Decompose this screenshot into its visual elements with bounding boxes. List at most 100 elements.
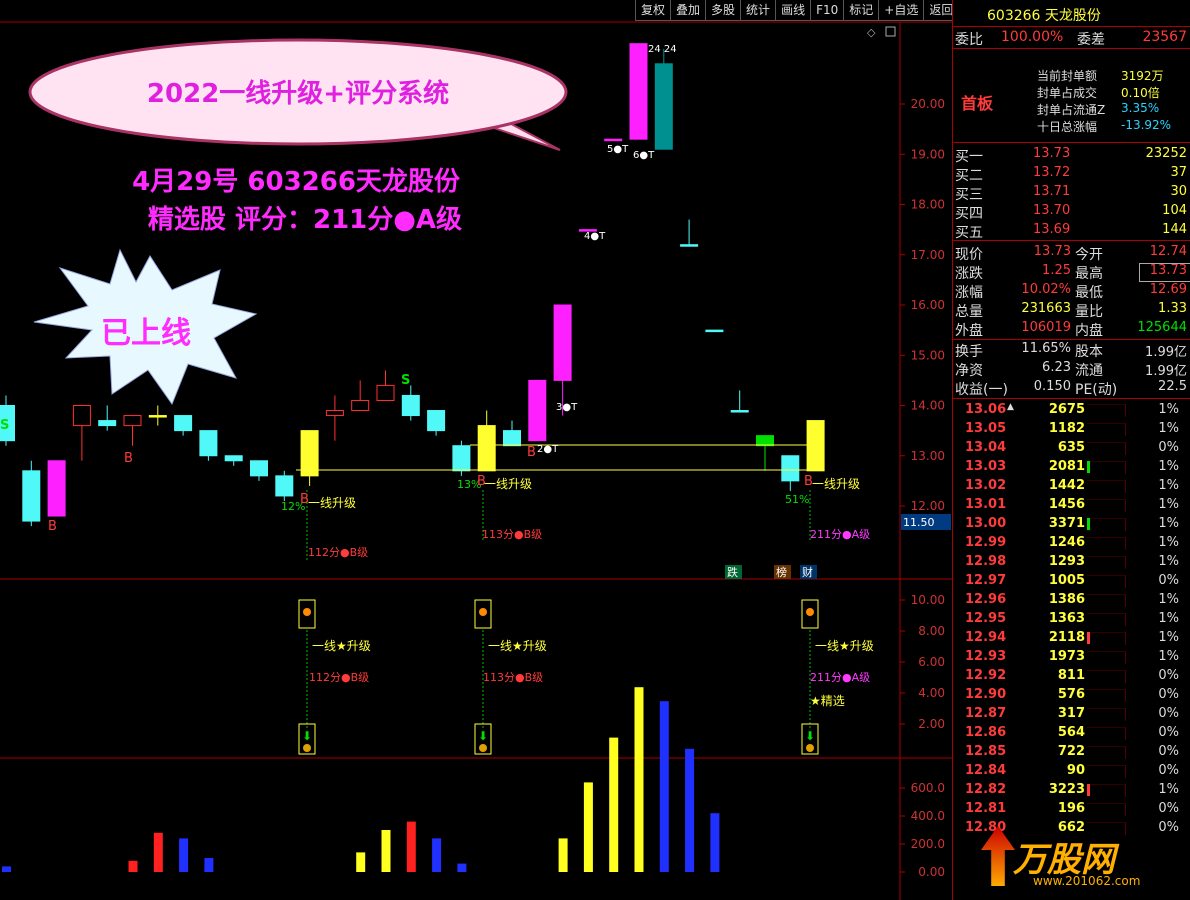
quote-row: 涨幅 10.02% 最低 12.69 <box>953 281 1190 301</box>
candle-body <box>452 445 471 472</box>
tick-pct: 1% <box>1158 497 1179 512</box>
tick-volume: 3223 <box>1048 782 1085 797</box>
bid-price: 13.73 <box>1033 146 1071 161</box>
tick-bar-frame <box>1087 575 1126 588</box>
tick-bar <box>1087 632 1090 644</box>
quote-label: 流通 <box>1075 363 1103 379</box>
candle-body <box>781 455 800 482</box>
tick-row: 13.04 635 0% <box>953 439 1190 458</box>
quote-label: 收益(一) <box>955 382 1008 398</box>
tick-volume: 3371 <box>1048 516 1085 531</box>
vol-axis-label: 400.0 <box>911 809 945 823</box>
quote-label: 涨跌 <box>955 266 983 282</box>
quote-value: 106019 <box>1021 320 1071 335</box>
tick-row: 12.90 576 0% <box>953 686 1190 705</box>
tick-pct: 1% <box>1158 535 1179 550</box>
committee-row: 委比 100.00% 委差 23567 <box>955 29 1187 48</box>
seal-value: -13.92% <box>1121 118 1172 132</box>
buy-marker-6: B <box>804 474 813 489</box>
volume-bar <box>685 748 695 872</box>
indicator-axis: 10.00 8.00 6.00 4.00 2.00 <box>900 593 945 731</box>
tick-row: 13.03 2081 1% <box>953 458 1190 477</box>
tick-pct: 0% <box>1158 763 1179 778</box>
tick-bar-frame <box>1087 746 1126 759</box>
tick-bar-frame <box>1087 689 1126 702</box>
quote-row: 总量 231663 量比 1.33 <box>953 300 1190 320</box>
tick-pct: 1% <box>1158 611 1179 626</box>
tick-bar-frame <box>1087 613 1126 626</box>
tick-price: 12.98 <box>965 554 1007 569</box>
volume-bar <box>406 821 416 872</box>
price-axis-label: 18.00 <box>911 198 945 212</box>
quote-value: 1.99亿 <box>1145 345 1187 360</box>
vol-axis-label: 200.0 <box>911 837 945 851</box>
score-label-2: 113分●B级 <box>482 528 542 541</box>
promo-line-1: 4月29号 603266天龙股份 <box>132 167 460 197</box>
quote-row: 外盘 106019 内盘 125644 <box>953 319 1190 339</box>
candle-body <box>275 475 294 497</box>
tick-bar-frame <box>1087 423 1126 436</box>
quote-row: 现价 13.73 今开 12.74 <box>953 243 1190 263</box>
tick-row: 12.93 1973 1% <box>953 648 1190 667</box>
candle-body <box>22 470 41 522</box>
down-arrow-icon: ⬇ <box>478 729 488 743</box>
buy-marker-1: B <box>48 519 57 534</box>
tick-price: 12.94 <box>965 630 1007 645</box>
quote-label: 总量 <box>955 304 983 320</box>
tick-pct: 0% <box>1158 440 1179 455</box>
quote-value: 1.25 <box>1042 263 1071 278</box>
price-axis-label: 12.00 <box>911 499 945 513</box>
candle-body <box>401 394 420 417</box>
tick-price: 12.97 <box>965 573 1007 588</box>
bid-price: 13.71 <box>1033 184 1071 199</box>
tick-pct: 1% <box>1158 782 1179 797</box>
tick-bar-frame <box>1087 442 1126 455</box>
bid-label: 买四 <box>955 206 983 222</box>
ind-upgrade-1: 一线★升级 <box>312 639 371 653</box>
quote2-row: 收益(一) 0.150 PE(动) 22.5 <box>953 378 1190 398</box>
candle-body <box>604 138 623 142</box>
pct-label-3: 51% <box>785 493 809 506</box>
seal-value: 3192万 <box>1121 69 1164 83</box>
tick-volume: 722 <box>1057 744 1085 759</box>
bid-row: 买一 13.73 23252 <box>953 145 1190 165</box>
vol-axis-label: 600.0 <box>911 781 945 795</box>
kline-chart[interactable]: 20.00 19.00 18.00 17.00 16.00 15.00 14.00 13.00… <box>0 0 952 900</box>
tick-bar <box>1087 518 1090 530</box>
tick-price: 12.96 <box>965 592 1007 607</box>
quote-label: PE(动) <box>1075 382 1118 398</box>
tick-bar-frame <box>1087 480 1126 493</box>
ind-axis-label: 6.00 <box>918 655 945 669</box>
tick-price: 12.99 <box>965 535 1007 550</box>
tick-volume: 1386 <box>1048 592 1085 607</box>
tick-volume: 635 <box>1057 440 1085 455</box>
tick-price: 12.81 <box>965 801 1007 816</box>
tick-bar-frame <box>1087 708 1126 721</box>
tick-pct: 0% <box>1158 725 1179 740</box>
moneybag-icon <box>479 744 487 752</box>
volume-bar <box>609 737 619 872</box>
upgrade-label-1: 一线升级 <box>308 496 356 510</box>
tick-bar-frame <box>1087 518 1126 531</box>
buy-marker-3: B <box>300 492 309 507</box>
candle-body <box>756 435 774 447</box>
fruit-icon <box>479 608 487 616</box>
tick-pct: 1% <box>1158 630 1179 645</box>
tick-pct: 1% <box>1158 459 1179 474</box>
upgrade-label-2: 一线升级 <box>484 477 532 491</box>
tick-pct: 0% <box>1158 687 1179 702</box>
quote-value: 12.69 <box>1149 282 1187 297</box>
tick-bar-frame <box>1087 556 1126 569</box>
quote-value: 1.99亿 <box>1145 364 1187 379</box>
stock-title: 603266 天龙股份 <box>987 8 1101 24</box>
tick-row: 12.81 196 0% <box>953 800 1190 819</box>
tick-price: 12.87 <box>965 706 1007 721</box>
tick-bar-frame <box>1087 670 1126 683</box>
tick-volume: 90 <box>1066 763 1085 778</box>
quote-label: 最低 <box>1075 285 1103 301</box>
tick-pct: 0% <box>1158 820 1179 835</box>
tick-price: 12.90 <box>965 687 1007 702</box>
quote-value: 22.5 <box>1158 379 1187 394</box>
vol-axis-label: 0.00 <box>918 865 945 879</box>
high-price-box <box>1139 263 1190 282</box>
